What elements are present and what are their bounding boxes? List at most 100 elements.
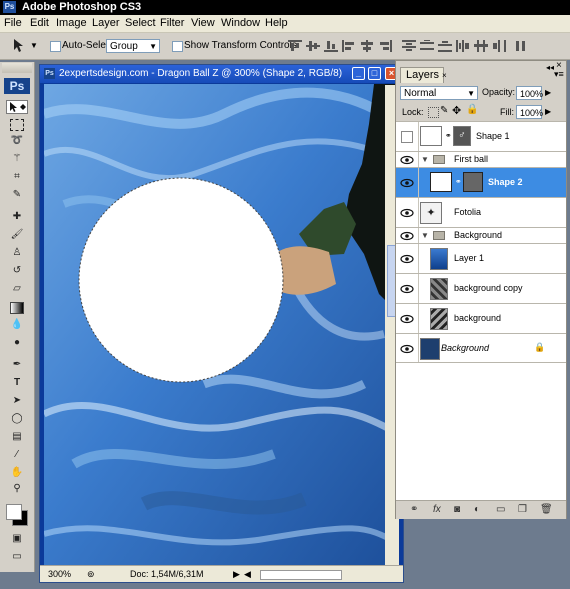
menu-edit[interactable]: Edit bbox=[30, 17, 49, 29]
history-brush-tool-icon[interactable]: ↺ bbox=[6, 264, 28, 278]
menu-file[interactable]: File bbox=[4, 17, 22, 29]
scroll-left-arrow-icon[interactable]: ◀ bbox=[244, 569, 251, 580]
slice-tool-icon[interactable]: ✎ bbox=[6, 188, 28, 202]
zoom-tool-icon[interactable]: ⚲ bbox=[6, 482, 28, 496]
menu-layer[interactable]: Layer bbox=[92, 17, 120, 29]
layer-row-layer-1[interactable]: Layer 1 bbox=[396, 243, 566, 273]
add-mask-icon[interactable]: ◙ bbox=[454, 504, 460, 515]
blur-tool-icon[interactable]: 💧 bbox=[6, 318, 28, 332]
marquee-tool-icon[interactable] bbox=[6, 118, 28, 132]
trash-icon[interactable]: 🗑 bbox=[540, 504, 553, 515]
link-icon[interactable]: ⚭ bbox=[455, 177, 462, 186]
distribute-vertical-center-icon[interactable] bbox=[420, 40, 434, 52]
healing-brush-tool-icon[interactable]: ✚ bbox=[6, 210, 28, 224]
dodge-tool-icon[interactable]: ● bbox=[6, 336, 28, 350]
status-menu-arrow-icon[interactable]: ▶ bbox=[233, 569, 240, 580]
layer-row-shape-1[interactable]: ⚭ ♂ Shape 1 bbox=[396, 121, 566, 151]
eye-icon[interactable] bbox=[400, 154, 414, 166]
crop-tool-icon[interactable]: ⌗ bbox=[6, 170, 28, 184]
panel-menu-icon[interactable]: ▾≡ bbox=[554, 69, 564, 80]
zoom-level[interactable]: 300% bbox=[48, 569, 71, 579]
document-title-bar[interactable]: Ps 2expertsdesign.com - Dragon Ball Z @ … bbox=[40, 65, 403, 83]
lock-image-icon[interactable]: ✎ bbox=[440, 105, 448, 116]
fill-input[interactable]: 100% bbox=[516, 105, 543, 119]
lock-transparency-icon[interactable] bbox=[428, 107, 439, 118]
layer-row-background-locked[interactable]: Background 🔒 bbox=[396, 333, 566, 363]
menu-help[interactable]: Help bbox=[265, 17, 288, 29]
shape-tool-icon[interactable]: ◯ bbox=[6, 412, 28, 426]
auto-align-layers-icon[interactable] bbox=[514, 40, 528, 52]
new-layer-icon[interactable]: ❐ bbox=[518, 504, 527, 515]
maximize-icon[interactable]: □ bbox=[368, 67, 381, 80]
lock-position-icon[interactable]: ✥ bbox=[452, 104, 461, 117]
new-group-icon[interactable]: ▭ bbox=[496, 504, 505, 515]
quick-mask-icon[interactable]: ▣ bbox=[6, 532, 28, 546]
blend-mode-dropdown[interactable]: Normal ▼ bbox=[400, 86, 478, 100]
type-tool-icon[interactable]: T bbox=[6, 376, 28, 390]
link-layers-icon[interactable]: ⚭ bbox=[410, 504, 418, 515]
chevron-down-icon[interactable]: ▼ bbox=[30, 41, 38, 50]
pen-tool-icon[interactable]: ✒ bbox=[6, 358, 28, 372]
eye-icon[interactable] bbox=[400, 313, 414, 325]
distribute-left-icon[interactable] bbox=[456, 40, 470, 52]
layer-row-shape-2[interactable]: ⚭ Shape 2 bbox=[396, 167, 566, 197]
zoom-menu-icon[interactable]: ⊚ bbox=[87, 569, 95, 580]
link-icon[interactable]: ⚭ bbox=[445, 131, 452, 140]
screen-mode-icon[interactable]: ▭ bbox=[6, 550, 28, 564]
align-horizontal-center-icon[interactable] bbox=[360, 40, 374, 52]
distribute-bottom-icon[interactable] bbox=[438, 40, 452, 52]
distribute-right-icon[interactable] bbox=[492, 40, 506, 52]
gradient-tool-icon[interactable] bbox=[6, 300, 28, 314]
distribute-top-icon[interactable] bbox=[402, 40, 416, 52]
align-bottom-icon[interactable] bbox=[324, 40, 338, 52]
auto-select-checkbox[interactable] bbox=[50, 41, 61, 52]
layer-row-fotolia[interactable]: ✦ Fotolia bbox=[396, 197, 566, 227]
distribute-horizontal-center-icon[interactable] bbox=[474, 40, 488, 52]
menu-filter[interactable]: Filter bbox=[160, 17, 184, 29]
fill-slider-arrow-icon[interactable]: ▶ bbox=[545, 107, 551, 116]
show-transform-checkbox[interactable] bbox=[172, 41, 183, 52]
close-tab-icon[interactable]: × bbox=[442, 71, 447, 80]
clone-stamp-tool-icon[interactable]: ♙ bbox=[6, 246, 28, 260]
lock-all-icon[interactable]: 🔒 bbox=[466, 104, 478, 115]
eye-icon[interactable] bbox=[400, 343, 414, 355]
layer-group-first-ball[interactable]: ▼ First ball bbox=[396, 151, 566, 167]
collapse-panel-icon[interactable]: ◂◂ bbox=[546, 63, 554, 72]
eyedropper-tool-icon[interactable]: ⁄ bbox=[6, 448, 28, 462]
horizontal-scrollbar[interactable] bbox=[260, 570, 342, 580]
expand-triangle-icon[interactable]: ▼ bbox=[421, 231, 429, 240]
hand-tool-icon[interactable]: ✋ bbox=[6, 466, 28, 480]
align-top-icon[interactable] bbox=[288, 40, 302, 52]
canvas[interactable] bbox=[44, 84, 399, 566]
menu-select[interactable]: Select bbox=[125, 17, 156, 29]
eraser-tool-icon[interactable]: ▱ bbox=[6, 282, 28, 296]
minimize-icon[interactable]: _ bbox=[352, 67, 365, 80]
align-left-icon[interactable] bbox=[342, 40, 356, 52]
move-tool-icon[interactable] bbox=[6, 100, 28, 114]
align-right-icon[interactable] bbox=[378, 40, 392, 52]
opacity-slider-arrow-icon[interactable]: ▶ bbox=[545, 88, 551, 97]
layer-style-icon[interactable]: fx bbox=[433, 504, 441, 515]
foreground-color-swatch[interactable] bbox=[6, 504, 22, 520]
path-selection-tool-icon[interactable]: ➤ bbox=[6, 394, 28, 408]
expand-triangle-icon[interactable]: ▼ bbox=[421, 155, 429, 164]
layer-row-background[interactable]: background bbox=[396, 303, 566, 333]
opacity-input[interactable]: 100% bbox=[516, 86, 543, 100]
menu-image[interactable]: Image bbox=[56, 17, 87, 29]
color-swatches[interactable] bbox=[4, 502, 30, 528]
adjustment-layer-icon[interactable]: ◐ bbox=[474, 504, 480, 515]
tools-panel-grip[interactable] bbox=[2, 63, 32, 73]
menu-view[interactable]: View bbox=[191, 17, 215, 29]
move-tool-preset-icon[interactable] bbox=[12, 38, 28, 54]
magic-wand-tool-icon[interactable]: ⚚ bbox=[6, 152, 28, 166]
align-vertical-center-icon[interactable] bbox=[306, 40, 320, 52]
auto-select-dropdown[interactable]: Group ▼ bbox=[106, 39, 160, 53]
eye-icon[interactable] bbox=[400, 253, 414, 265]
eye-icon[interactable] bbox=[400, 177, 414, 189]
visibility-toggle[interactable] bbox=[401, 131, 413, 143]
layer-row-background-copy[interactable]: background copy bbox=[396, 273, 566, 303]
eye-icon[interactable] bbox=[400, 230, 414, 242]
menu-window[interactable]: Window bbox=[221, 17, 260, 29]
eye-icon[interactable] bbox=[400, 207, 414, 219]
layer-group-background[interactable]: ▼ Background bbox=[396, 227, 566, 243]
